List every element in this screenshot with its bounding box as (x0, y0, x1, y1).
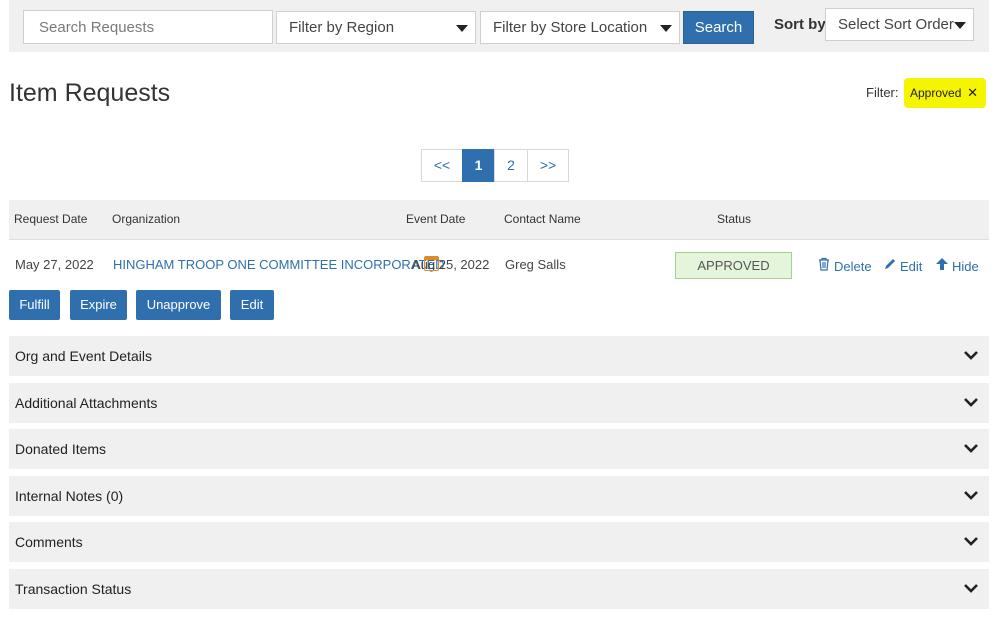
store-filter-label: Filter by Store Location (493, 19, 648, 36)
filter-chip-approved[interactable]: Approved ✕ (904, 78, 986, 108)
section-org-and-event-details[interactable]: Org and Event Details (9, 336, 989, 376)
column-header-organization[interactable]: Organization (112, 212, 180, 226)
chevron-down-icon (964, 351, 978, 360)
chevron-down-icon (964, 491, 978, 500)
status-badge: APPROVED (675, 252, 792, 279)
column-header-event-date[interactable]: Event Date (406, 212, 465, 226)
chevron-down-icon (964, 537, 978, 546)
section-internal-notes[interactable]: Internal Notes (0) (9, 476, 989, 516)
sort-order-label: Select Sort Order (838, 16, 954, 33)
section-label: Comments (15, 534, 83, 550)
chevron-down-icon (954, 22, 966, 29)
filter-chip-label: Approved (910, 86, 962, 100)
region-filter-select[interactable]: Filter by Region (276, 11, 476, 44)
section-label: Org and Event Details (15, 348, 152, 364)
search-input[interactable] (23, 10, 273, 44)
column-header-contact-name[interactable]: Contact Name (504, 212, 581, 226)
chevron-down-icon (660, 25, 672, 32)
expire-button[interactable]: Expire (70, 290, 127, 320)
section-label: Internal Notes (0) (15, 488, 124, 504)
close-icon[interactable]: ✕ (967, 78, 978, 108)
pencil-icon (883, 257, 897, 274)
section-label: Donated Items (15, 441, 107, 457)
hide-label: Hide (952, 259, 979, 274)
chevron-down-icon (964, 584, 978, 593)
unapprove-button[interactable]: Unapprove (136, 290, 221, 320)
chevron-down-icon (964, 444, 978, 453)
chevron-down-icon (964, 398, 978, 407)
table-row: May 27, 2022 HINGHAM TROOP ONE COMMITTEE… (9, 241, 989, 289)
fulfill-button[interactable]: Fulfill (9, 290, 60, 320)
calendar-icon[interactable] (424, 256, 439, 271)
store-location-filter-select[interactable]: Filter by Store Location (480, 11, 680, 44)
sort-order-select[interactable]: Select Sort Order (825, 8, 974, 41)
column-header-request-date[interactable]: Request Date (14, 212, 87, 226)
section-transaction-status[interactable]: Transaction Status (9, 569, 989, 609)
section-additional-attachments[interactable]: Additional Attachments (9, 383, 989, 423)
section-donated-items[interactable]: Donated Items (9, 429, 989, 469)
edit-label: Edit (900, 259, 923, 274)
trash-icon (817, 257, 831, 274)
table-header: Request Date Organization Event Date Con… (9, 200, 989, 240)
section-label: Additional Attachments (15, 395, 158, 411)
filter-label: Filter: (866, 85, 899, 100)
chevron-down-icon (456, 25, 468, 32)
section-comments[interactable]: Comments (9, 522, 989, 562)
search-button[interactable]: Search (683, 11, 754, 44)
sort-label: Sort by (774, 16, 826, 33)
hide-link[interactable]: Hide (935, 257, 979, 274)
pagination-next[interactable]: >> (527, 149, 569, 182)
region-filter-label: Filter by Region (289, 19, 395, 36)
column-header-status[interactable]: Status (717, 212, 751, 226)
organization-link[interactable]: HINGHAM TROOP ONE COMMITTEE INCORPORATED (113, 257, 445, 272)
arrow-up-icon (935, 257, 949, 274)
contact-name: Greg Salls (505, 257, 566, 272)
pagination-page-2[interactable]: 2 (494, 149, 528, 182)
request-date: May 27, 2022 (15, 257, 94, 272)
delete-label: Delete (834, 259, 872, 274)
search-toolbar: Filter by Region Filter by Store Locatio… (9, 0, 989, 52)
pagination-prev[interactable]: << (421, 149, 463, 182)
section-label: Transaction Status (15, 581, 132, 597)
edit-button[interactable]: Edit (230, 290, 274, 320)
delete-link[interactable]: Delete (817, 257, 872, 274)
pagination: << 1 2 >> (421, 149, 569, 182)
edit-link[interactable]: Edit (883, 257, 922, 274)
page-title: Item Requests (9, 79, 171, 107)
pagination-page-1[interactable]: 1 (462, 149, 495, 182)
